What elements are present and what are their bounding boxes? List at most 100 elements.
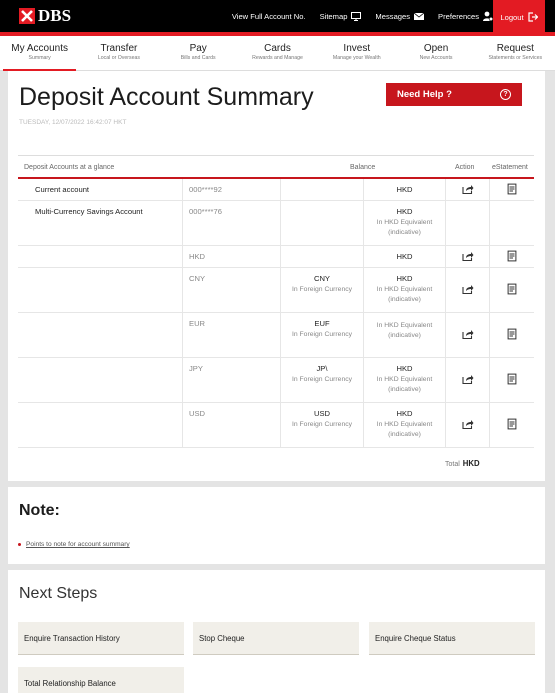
foreign-balance: USD In Foreign Currency xyxy=(280,403,363,447)
nav-my-accounts[interactable]: My Accounts Summary xyxy=(0,36,79,71)
dbs-logo[interactable]: DBS xyxy=(19,6,71,26)
header-balance: Balance xyxy=(350,164,376,171)
nav-label: Request xyxy=(496,43,534,54)
account-name: Current account xyxy=(35,185,90,194)
action-cell xyxy=(445,268,489,312)
timestamp: TUESDAY, 12/07/2022 16:42:07 HKT xyxy=(19,119,127,126)
estatement-document-icon[interactable] xyxy=(507,418,517,432)
table-header: Deposit Accounts at a glance Balance Act… xyxy=(18,155,534,179)
sitemap-link[interactable]: Sitemap xyxy=(320,11,362,21)
need-help-button[interactable]: Need Help ? ? xyxy=(386,83,522,106)
need-help-label: Need Help ? xyxy=(397,89,452,100)
estatement-cell xyxy=(489,246,534,267)
estatement-document-icon[interactable] xyxy=(507,373,517,387)
estatement-cell xyxy=(489,403,534,447)
logout-label: Logout xyxy=(500,12,524,22)
share-action-icon[interactable] xyxy=(461,184,474,196)
estatement-document-icon[interactable] xyxy=(507,283,517,297)
hkd-equivalent-note: In HKD Equivalent (indicative) xyxy=(376,421,433,438)
estatement-document-icon[interactable] xyxy=(507,183,517,196)
share-action-icon[interactable] xyxy=(461,329,474,341)
estatement-cell xyxy=(489,358,534,402)
nav-request[interactable]: Request Statements or Services xyxy=(476,36,555,70)
hkd-currency: HKD xyxy=(396,274,413,283)
hkd-balance: HKD In HKD Equivalent (indicative) xyxy=(363,268,445,312)
step-enquire-transaction-history[interactable]: Enquire Transaction History xyxy=(18,622,184,655)
nav-open[interactable]: Open New Accounts xyxy=(396,36,475,70)
view-full-account-label: View Full Account No. xyxy=(231,11,306,21)
table-row: Multi-Currency Savings Account 000****76 H… xyxy=(18,201,534,246)
nav-transfer[interactable]: Transfer Local or Overseas xyxy=(79,36,158,70)
total-balance: Total HKD xyxy=(445,459,480,468)
hkd-balance: HKD xyxy=(363,179,445,200)
deposit-summary-card: Deposit Account Summary TUESDAY, 12/07/2… xyxy=(8,71,545,481)
logout-button[interactable]: Logout xyxy=(493,0,545,34)
share-action-icon[interactable] xyxy=(461,251,474,263)
estatement-document-icon[interactable] xyxy=(507,328,517,342)
foreign-currency-note: In Foreign Currency xyxy=(291,331,353,338)
preferences-link[interactable]: Preferences xyxy=(438,11,493,21)
hkd-equivalent-note: In HKD Equivalent (indicative) xyxy=(376,286,433,303)
header-accounts: Deposit Accounts at a glance xyxy=(24,164,115,171)
foreign-balance xyxy=(280,246,363,267)
estatement-cell xyxy=(489,268,534,312)
user-settings-icon xyxy=(483,11,493,21)
header-estatement: eStatement xyxy=(492,164,528,171)
foreign-balance xyxy=(280,179,363,200)
foreign-currency-note: In Foreign Currency xyxy=(291,421,353,428)
action-cell xyxy=(445,246,489,267)
note-title: Note: xyxy=(19,502,60,519)
action-cell xyxy=(445,201,489,245)
table-row: Current account 000****92 HKD xyxy=(18,179,534,201)
brand-name: DBS xyxy=(38,6,72,25)
step-stop-cheque[interactable]: Stop Cheque xyxy=(193,622,359,655)
account-number: EUR xyxy=(182,313,280,357)
table-row: USD USD In Foreign Currency HKD In HKD Equiv… xyxy=(18,403,534,448)
hkd-currency: HKD xyxy=(396,252,413,261)
nav-sublabel: Manage your Wealth xyxy=(332,55,381,61)
share-action-icon[interactable] xyxy=(461,284,474,296)
table-row: HKD HKD xyxy=(18,246,534,268)
hkd-balance: HKD In HKD Equivalent (indicative) xyxy=(363,201,445,245)
table-row: JPY JP\ In Foreign Currency HKD In HKD Equiv… xyxy=(18,358,534,403)
top-bar: DBS View Full Account No. Sitemap Messag… xyxy=(0,0,555,34)
note-link-label: Points to note for account summary xyxy=(26,541,130,548)
messages-link[interactable]: Messages xyxy=(375,12,425,21)
foreign-balance xyxy=(280,201,363,245)
foreign-currency-note: In Foreign Currency xyxy=(291,376,353,383)
action-cell xyxy=(445,358,489,402)
nav-cards[interactable]: Cards Rewards and Manage xyxy=(238,36,317,70)
estatement-cell xyxy=(489,179,534,200)
account-name xyxy=(18,268,182,312)
nav-label: Transfer xyxy=(100,43,138,54)
hkd-balance: HKD xyxy=(363,246,445,267)
account-number: CNY xyxy=(182,268,280,312)
foreign-balance: EUF In Foreign Currency xyxy=(280,313,363,357)
step-total-relationship-balance[interactable]: Total Relationship Balance xyxy=(18,667,184,693)
header-action: Action xyxy=(455,164,475,171)
step-enquire-cheque-status[interactable]: Enquire Cheque Status xyxy=(369,622,535,655)
sitemap-icon xyxy=(351,11,362,21)
nav-pay[interactable]: Pay Bills and Cards xyxy=(159,36,238,70)
estatement-document-icon[interactable] xyxy=(507,250,517,263)
share-action-icon[interactable] xyxy=(461,374,474,386)
logout-icon xyxy=(528,12,538,22)
foreign-balance: JP\ In Foreign Currency xyxy=(280,358,363,402)
foreign-balance: CNY In Foreign Currency xyxy=(280,268,363,312)
account-number: USD xyxy=(182,403,280,447)
view-full-account-link[interactable]: View Full Account No. xyxy=(232,12,306,21)
nav-sublabel: New Accounts xyxy=(419,55,453,61)
help-circle-icon: ? xyxy=(500,89,511,100)
action-cell xyxy=(445,313,489,357)
nav-invest[interactable]: Invest Manage your Wealth xyxy=(317,36,396,70)
note-link[interactable]: Points to note for account summary xyxy=(18,541,130,548)
estatement-cell xyxy=(489,201,534,245)
total-value: HKD xyxy=(462,459,480,468)
note-card: Note: Points to note for account summary xyxy=(8,487,545,564)
nav-label: My Accounts xyxy=(11,43,68,54)
nav-sublabel: Rewards and Manage xyxy=(252,55,303,61)
hkd-currency: HKD xyxy=(396,409,413,418)
account-name xyxy=(18,246,182,267)
share-action-icon[interactable] xyxy=(461,419,474,431)
account-number: 000****76 xyxy=(182,201,280,245)
